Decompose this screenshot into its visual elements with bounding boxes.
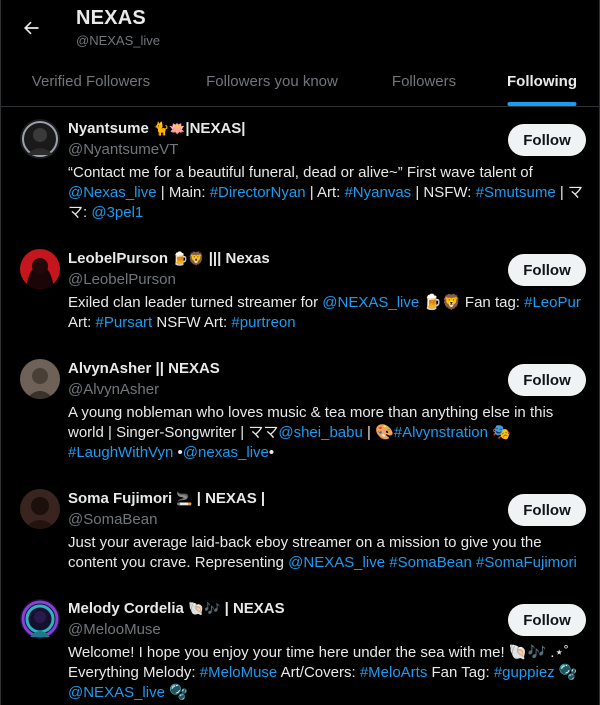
avatar[interactable] [20, 249, 60, 289]
hashtag-link[interactable]: #Nyanvas [344, 184, 411, 201]
tab-label: Followers [391, 72, 457, 90]
display-name[interactable]: Melody Cordelia 🐚🎶 | NEXAS [68, 600, 285, 617]
back-button[interactable] [14, 12, 48, 44]
hashtag-link[interactable]: #MeloArts [360, 664, 428, 681]
tab-followers[interactable]: Followers [362, 56, 486, 106]
mention-link[interactable]: @Nexas_live [68, 184, 157, 201]
bio: Exiled clan leader turned streamer for @… [68, 294, 581, 331]
mention-link[interactable]: @nexas_live [183, 444, 269, 461]
bio: Welcome! I hope you enjoy your time here… [68, 644, 578, 701]
avatar-image [20, 249, 60, 289]
mention-link[interactable]: @NEXAS_live [68, 684, 165, 701]
bio: Just your average laid-back eboy streame… [68, 534, 577, 571]
tab-followers-you-know[interactable]: Followers you know [182, 56, 362, 106]
page-header: NEXAS @NEXAS_live [0, 0, 600, 56]
avatar[interactable] [20, 359, 60, 399]
user-row[interactable]: Soma Fujimori 🚬 | NEXAS | @SomaBean Foll… [0, 477, 600, 585]
hashtag-link[interactable]: #purtreon [231, 314, 295, 331]
follow-button[interactable]: Follow [508, 254, 586, 286]
arrow-left-icon [24, 21, 39, 35]
user-row[interactable]: Melody Cordelia 🐚🎶 | NEXAS @MelooMuse Fo… [0, 587, 600, 705]
avatar-image [20, 119, 60, 159]
follow-button[interactable]: Follow [508, 494, 586, 526]
avatar[interactable] [20, 599, 60, 639]
bio: A young nobleman who loves music & tea m… [68, 404, 554, 461]
page-handle: @NEXAS_live [76, 33, 161, 48]
hashtag-link[interactable]: #Alvynstration [394, 424, 488, 441]
follow-button[interactable]: Follow [508, 364, 586, 396]
hashtag-link[interactable]: #guppiez [494, 664, 555, 681]
follow-button[interactable]: Follow [508, 124, 586, 156]
username[interactable]: @MelooMuse [68, 621, 161, 638]
display-name[interactable]: Soma Fujimori 🚬 | NEXAS | [68, 490, 265, 507]
mention-link[interactable]: @3pel1 [91, 204, 143, 221]
mention-link[interactable]: @shei_babu [278, 424, 362, 441]
tab-label: Followers you know [206, 72, 338, 90]
display-name[interactable]: AlvynAsher || NEXAS [68, 360, 220, 377]
hashtag-link[interactable]: #SomaFujimori [476, 554, 577, 571]
avatar[interactable] [20, 119, 60, 159]
hashtag-link[interactable]: #SomaBean [389, 554, 472, 571]
hashtag-link[interactable]: #LaughWithVyn [68, 444, 173, 461]
bio: “Contact me for a beautiful funeral, dea… [68, 164, 583, 221]
display-name[interactable]: LeobelPurson 🍺🦁 ||| Nexas [68, 250, 270, 267]
page-title: NEXAS [76, 7, 146, 29]
tab-label: Following [507, 72, 577, 90]
mention-link[interactable]: @NEXAS_live [288, 554, 385, 571]
avatar-image [20, 599, 60, 639]
tab-following[interactable]: Following [486, 56, 598, 106]
user-row[interactable]: LeobelPurson 🍺🦁 ||| Nexas @LeobelPurson … [0, 237, 600, 345]
avatar-image [20, 489, 60, 529]
active-tab-indicator [507, 102, 577, 106]
avatar-image [20, 359, 60, 399]
hashtag-link[interactable]: #LeoPur [524, 294, 581, 311]
username[interactable]: @AlvynAsher [68, 381, 159, 398]
username[interactable]: @LeobelPurson [68, 271, 176, 288]
mention-link[interactable]: @NEXAS_live [322, 294, 419, 311]
hashtag-link[interactable]: #Pursart [96, 314, 153, 331]
display-name[interactable]: Nyantsume 🐈🪷|NEXAS| [68, 120, 245, 137]
user-row[interactable]: Nyantsume 🐈🪷|NEXAS| @NyantsumeVT Follow … [0, 107, 600, 232]
username[interactable]: @SomaBean [68, 511, 157, 528]
tab-bar: Verified Followers Followers you know Fo… [0, 56, 600, 107]
user-row[interactable]: AlvynAsher || NEXAS @AlvynAsher Follow A… [0, 347, 600, 475]
hashtag-link[interactable]: #DirectorNyan [210, 184, 306, 201]
hashtag-link[interactable]: #MeloMuse [200, 664, 278, 681]
hashtag-link[interactable]: #Smutsume [476, 184, 556, 201]
username[interactable]: @NyantsumeVT [68, 141, 178, 158]
avatar[interactable] [20, 489, 60, 529]
tab-label: Verified Followers [31, 72, 151, 90]
tab-verified-followers[interactable]: Verified Followers [0, 56, 182, 106]
follow-button[interactable]: Follow [508, 604, 586, 636]
